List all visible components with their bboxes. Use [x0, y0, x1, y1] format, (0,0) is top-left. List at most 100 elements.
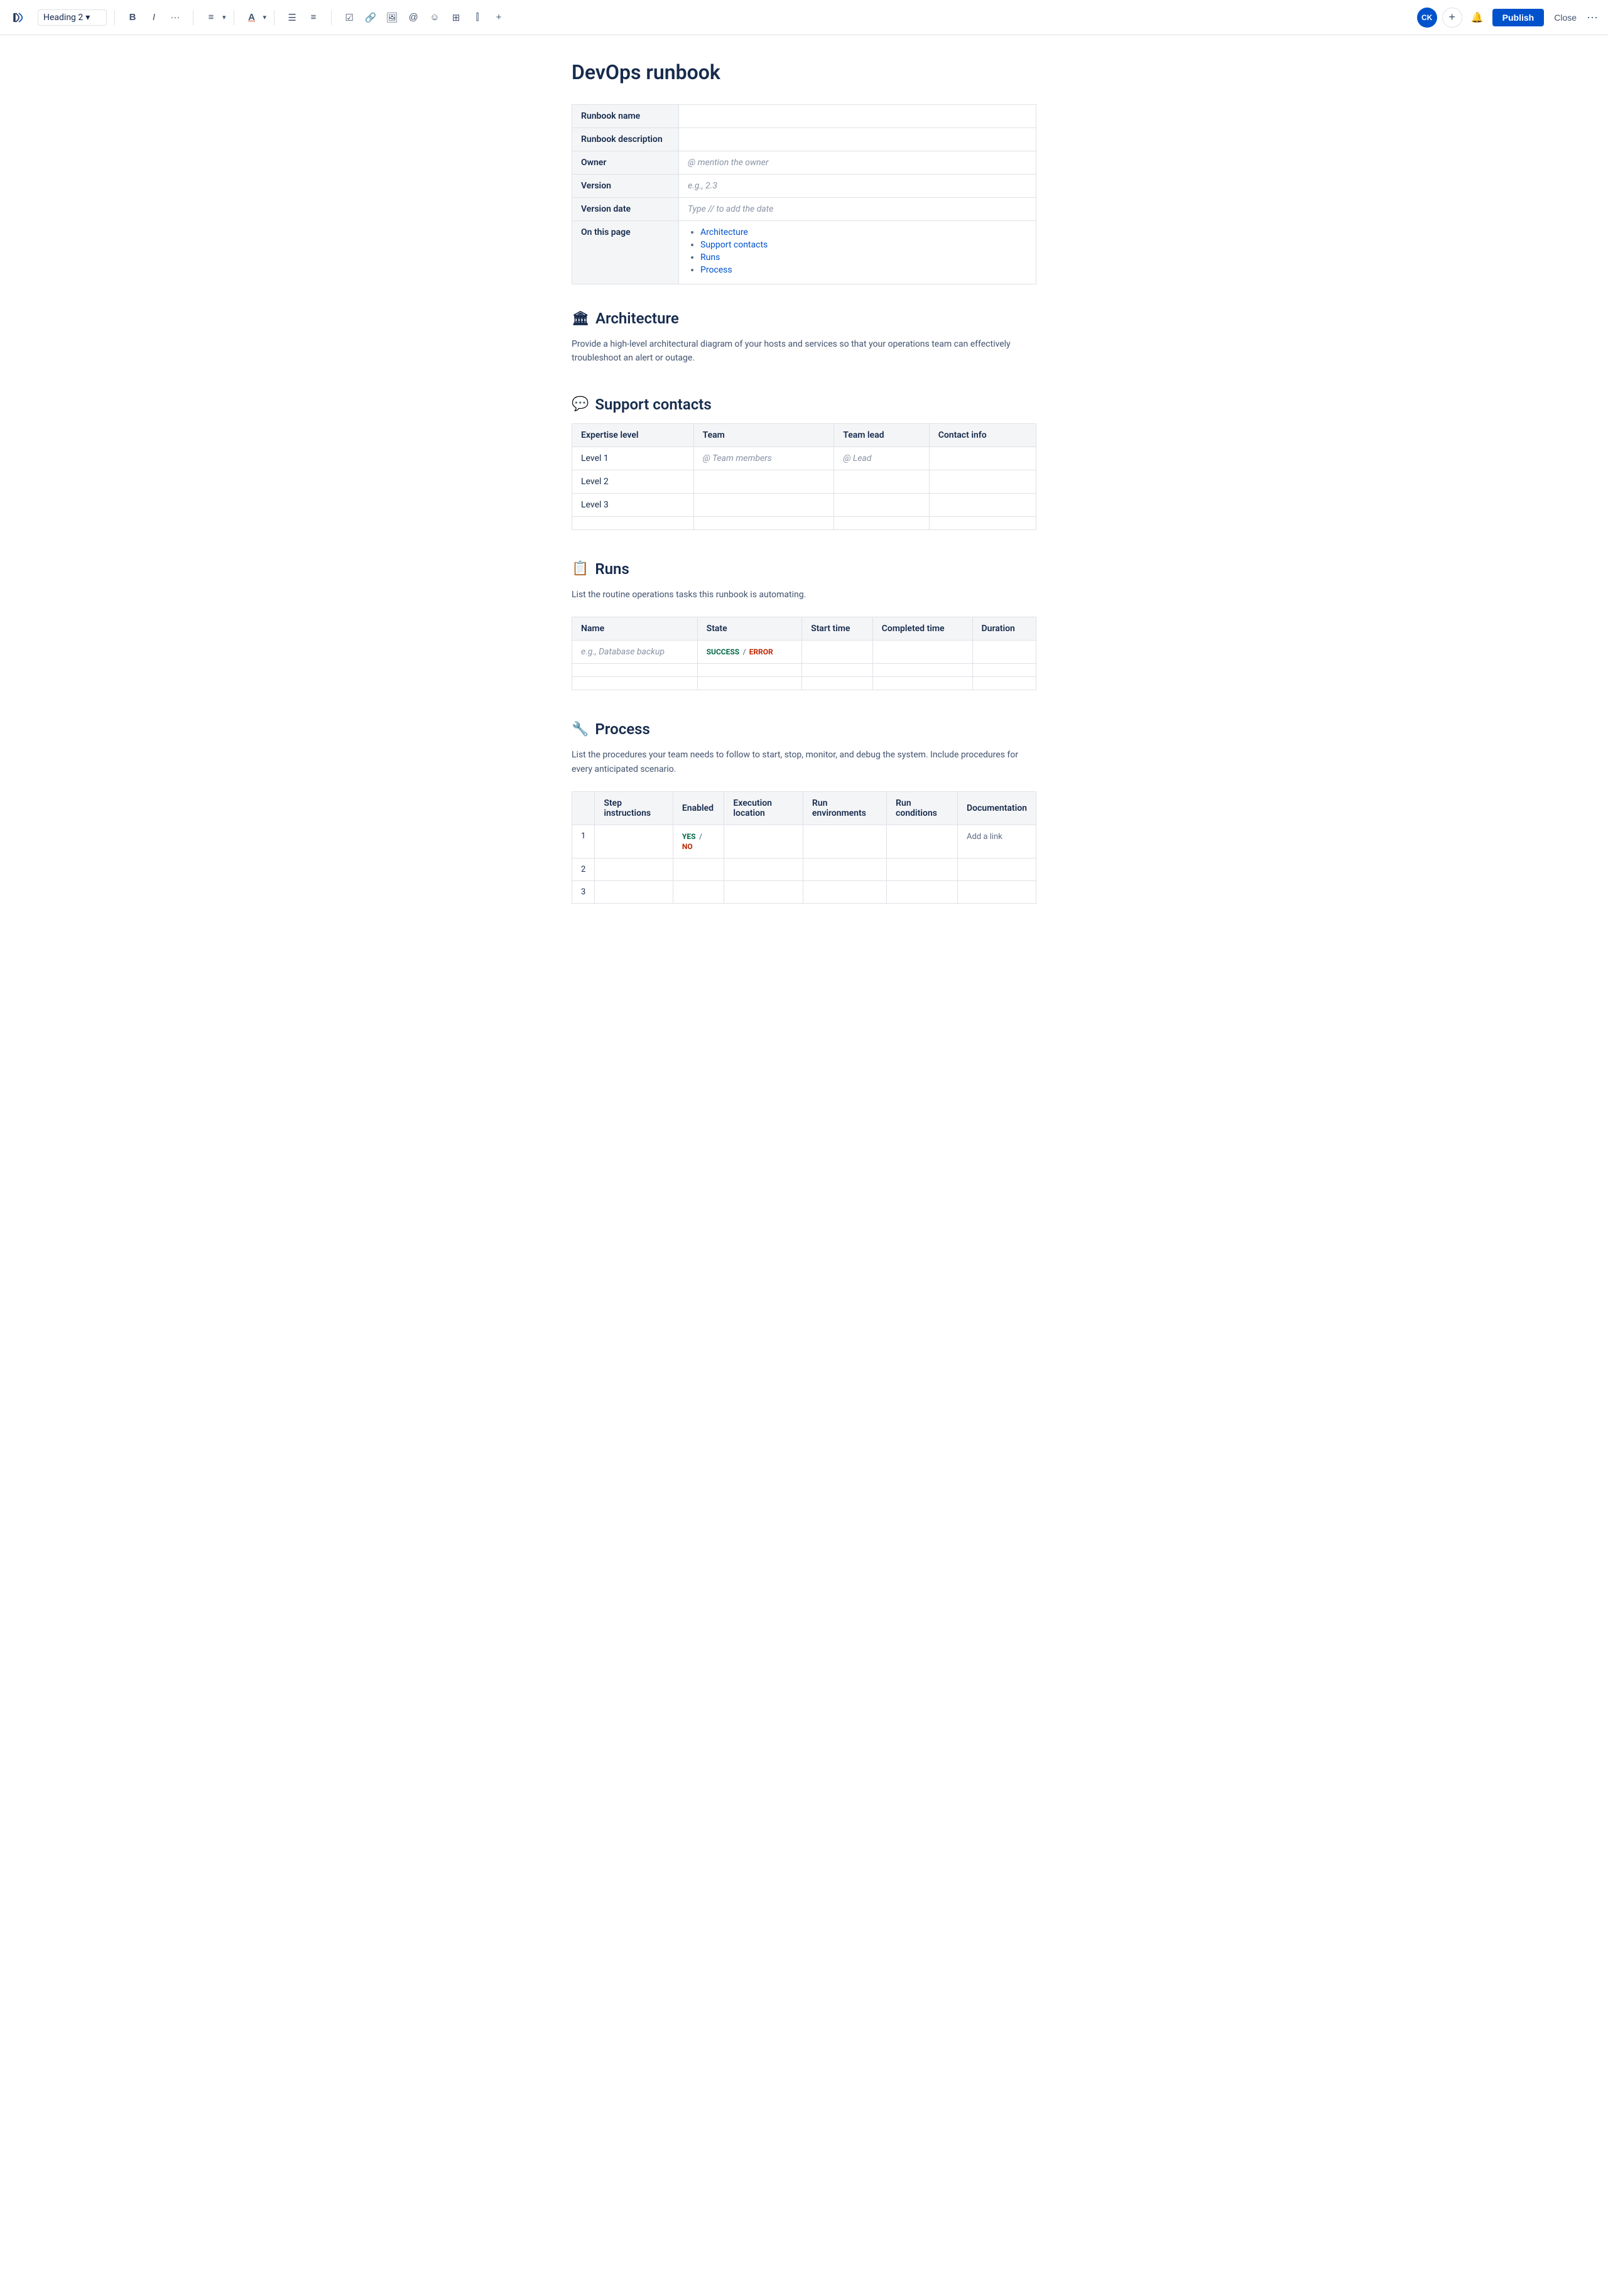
close-button[interactable]: Close [1549, 9, 1582, 26]
owner-value[interactable]: @ mention the owner [679, 151, 1036, 175]
run-env-cell[interactable] [803, 880, 886, 903]
start-time-cell[interactable] [802, 664, 873, 677]
exec-location-cell[interactable] [724, 858, 803, 880]
table-row: Owner @ mention the owner [572, 151, 1036, 175]
start-time-cell[interactable] [802, 677, 873, 690]
publish-label: Publish [1502, 13, 1535, 23]
duration-cell[interactable] [972, 664, 1036, 677]
publish-button[interactable]: Publish [1492, 9, 1545, 26]
avatar-button[interactable]: CK [1417, 8, 1437, 28]
run-state-cell[interactable]: SUCCESS / ERROR [697, 641, 801, 664]
numbered-list-button[interactable]: ≡ [303, 8, 323, 28]
completed-time-cell[interactable] [872, 641, 972, 664]
run-conditions-cell[interactable] [887, 880, 958, 903]
run-name-cell[interactable] [572, 664, 698, 677]
plus-insert-button[interactable]: + [489, 8, 509, 28]
align-button[interactable]: ≡ [201, 8, 221, 28]
run-name-cell[interactable]: e.g., Database backup [572, 641, 698, 664]
team-cell[interactable] [693, 516, 834, 529]
toolbar: Heading 2 ▾ B I ··· ≡ ▾ A ▾ ☰ ≡ ☑ 🔗 🖼 @ … [0, 0, 1608, 35]
lead-cell[interactable] [834, 516, 929, 529]
contact-cell[interactable] [929, 470, 1036, 493]
process-heading: 🔧 Process [572, 720, 1036, 738]
lead-cell[interactable] [834, 493, 929, 516]
insert-group: ☑ 🔗 🖼 @ ☺ ⊞ ⫿ + [339, 8, 509, 28]
runbook-desc-value[interactable] [679, 128, 1036, 151]
more-text-button[interactable]: ··· [165, 8, 185, 28]
exec-location-cell[interactable] [724, 880, 803, 903]
run-state-cell[interactable] [697, 664, 801, 677]
add-collaborator-button[interactable]: + [1442, 8, 1462, 28]
enabled-cell[interactable]: YES / NO [673, 825, 724, 858]
run-env-cell[interactable] [803, 825, 886, 858]
duration-cell[interactable] [972, 641, 1036, 664]
architecture-heading: 🏛 Architecture [572, 310, 1036, 327]
run-conditions-cell[interactable] [887, 825, 958, 858]
version-value[interactable]: e.g., 2.3 [679, 175, 1036, 198]
team-cell[interactable] [693, 470, 834, 493]
table-row: e.g., Database backup SUCCESS / ERROR [572, 641, 1036, 664]
logo [10, 9, 28, 26]
architecture-heading-text[interactable]: Architecture [595, 310, 679, 327]
duration-cell[interactable] [972, 677, 1036, 690]
run-name-cell[interactable] [572, 677, 698, 690]
link-button[interactable]: 🔗 [361, 8, 381, 28]
emoji-button[interactable]: ☺ [425, 8, 445, 28]
team-header: Team [693, 423, 834, 447]
page-title[interactable]: DevOps runbook [572, 60, 1036, 84]
name-header: Name [572, 617, 698, 641]
table-row: Runbook name [572, 105, 1036, 128]
completed-time-cell[interactable] [872, 677, 972, 690]
support-contacts-heading-text[interactable]: Support contacts [595, 396, 711, 413]
contact-cell[interactable] [929, 447, 1036, 470]
process-heading-text[interactable]: Process [595, 720, 649, 738]
color-group: A ▾ [242, 8, 267, 28]
italic-button[interactable]: I [144, 8, 164, 28]
table-button[interactable]: ⊞ [446, 8, 466, 28]
color-button[interactable]: A [242, 8, 262, 28]
more-options-button[interactable]: ··· [1587, 11, 1598, 24]
contact-cell[interactable] [929, 516, 1036, 529]
on-this-page-list: Architecture Support contacts Runs Proce… [688, 227, 1027, 275]
run-conditions-cell[interactable] [887, 858, 958, 880]
step-instructions-cell[interactable] [595, 880, 673, 903]
contact-cell[interactable] [929, 493, 1036, 516]
lead-cell[interactable]: @ Lead [834, 447, 929, 470]
level-cell[interactable]: Level 2 [572, 470, 694, 493]
completed-time-cell[interactable] [872, 664, 972, 677]
level-cell[interactable] [572, 516, 694, 529]
enabled-cell[interactable] [673, 880, 724, 903]
level-cell[interactable]: Level 3 [572, 493, 694, 516]
runs-link[interactable]: Runs [700, 252, 720, 263]
heading-select[interactable]: Heading 2 ▾ [38, 9, 107, 26]
bullet-list-button[interactable]: ☰ [282, 8, 302, 28]
team-cell[interactable]: @ Team members [693, 447, 834, 470]
columns-button[interactable]: ⫿ [467, 8, 487, 28]
toolbar-divider-5 [331, 10, 332, 25]
docs-cell[interactable] [957, 880, 1036, 903]
notifications-button[interactable]: 🔔 [1467, 8, 1487, 28]
architecture-link[interactable]: Architecture [700, 227, 748, 237]
docs-cell[interactable]: Add a link [957, 825, 1036, 858]
step-instructions-cell[interactable] [595, 825, 673, 858]
step-instructions-cell[interactable] [595, 858, 673, 880]
image-button[interactable]: 🖼 [382, 8, 402, 28]
exec-location-cell[interactable] [724, 825, 803, 858]
mention-button[interactable]: @ [403, 8, 423, 28]
level-cell[interactable]: Level 1 [572, 447, 694, 470]
support-contacts-link[interactable]: Support contacts [700, 240, 768, 250]
check-button[interactable]: ☑ [339, 8, 359, 28]
bold-button[interactable]: B [122, 8, 143, 28]
runbook-name-value[interactable] [679, 105, 1036, 128]
runs-heading-text[interactable]: Runs [595, 560, 629, 578]
enabled-cell[interactable] [673, 858, 724, 880]
docs-cell[interactable] [957, 858, 1036, 880]
list-item: Architecture [700, 227, 1027, 237]
team-cell[interactable] [693, 493, 834, 516]
run-state-cell[interactable] [697, 677, 801, 690]
version-date-value[interactable]: Type // to add the date [679, 198, 1036, 221]
lead-cell[interactable] [834, 470, 929, 493]
start-time-cell[interactable] [802, 641, 873, 664]
process-link[interactable]: Process [700, 265, 732, 275]
run-env-cell[interactable] [803, 858, 886, 880]
